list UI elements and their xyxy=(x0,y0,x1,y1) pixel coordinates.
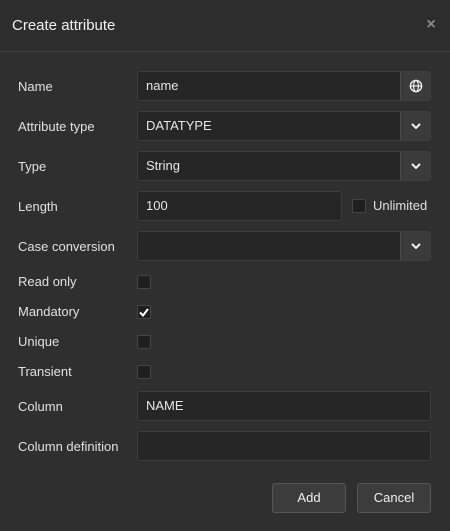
add-button[interactable]: Add xyxy=(272,483,346,513)
name-field[interactable]: name xyxy=(137,71,431,101)
dialog-title: Create attribute xyxy=(12,17,116,34)
unique-label: Unique xyxy=(18,334,60,349)
type-value: String xyxy=(146,158,180,173)
name-value: name xyxy=(146,78,179,93)
chevron-down-icon xyxy=(410,162,421,169)
column-value: NAME xyxy=(146,398,184,413)
attribute-type-value: DATATYPE xyxy=(146,118,212,133)
length-value: 100 xyxy=(146,198,168,213)
read-only-checkbox[interactable] xyxy=(137,275,151,289)
case-conversion-label: Case conversion xyxy=(18,239,115,254)
transient-label: Transient xyxy=(18,364,72,379)
close-icon[interactable]: × xyxy=(424,16,438,34)
transient-checkbox[interactable] xyxy=(137,365,151,379)
localize-button[interactable] xyxy=(400,72,430,100)
checkmark-icon xyxy=(139,307,149,317)
unlimited-label: Unlimited xyxy=(373,198,428,213)
unique-checkbox[interactable] xyxy=(137,335,151,349)
unlimited-checkbox[interactable] xyxy=(352,199,366,213)
attribute-type-label: Attribute type xyxy=(18,119,95,134)
length-input[interactable]: 100 xyxy=(137,191,342,221)
type-select[interactable]: String xyxy=(137,151,431,181)
attribute-type-dropdown-button[interactable] xyxy=(400,112,430,140)
chevron-down-icon xyxy=(410,242,421,249)
attribute-type-select[interactable]: DATATYPE xyxy=(137,111,431,141)
length-label: Length xyxy=(18,199,58,214)
type-label: Type xyxy=(18,159,47,174)
chevron-down-icon xyxy=(410,122,421,129)
mandatory-checkbox[interactable] xyxy=(137,305,151,319)
cancel-button[interactable]: Cancel xyxy=(357,483,431,513)
column-label: Column xyxy=(18,399,63,414)
dialog-header: Create attribute × xyxy=(0,0,450,52)
case-conversion-dropdown-button[interactable] xyxy=(400,232,430,260)
create-attribute-dialog: Create attribute × Name name Attribute t… xyxy=(0,0,450,531)
read-only-label: Read only xyxy=(18,274,77,289)
type-dropdown-button[interactable] xyxy=(400,152,430,180)
column-definition-input[interactable] xyxy=(137,431,431,461)
column-input[interactable]: NAME xyxy=(137,391,431,421)
globe-icon xyxy=(409,79,422,93)
name-label: Name xyxy=(18,79,53,94)
column-definition-label: Column definition xyxy=(18,439,119,454)
mandatory-label: Mandatory xyxy=(18,304,80,319)
case-conversion-select[interactable] xyxy=(137,231,431,261)
